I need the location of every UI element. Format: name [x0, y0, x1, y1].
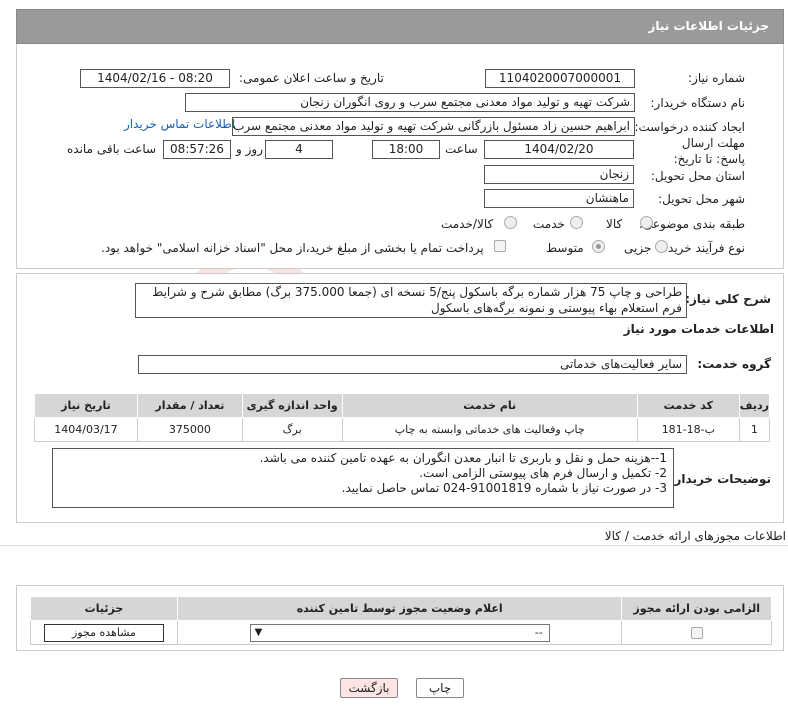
- col-unit: واحد اندازه گیری: [241, 393, 343, 418]
- cell-name: چاپ وفعالیت های خدماتی وابسته به چاپ: [341, 417, 638, 442]
- deadline-time-field[interactable]: 18:00: [372, 140, 440, 159]
- col-permit-required: الزامی بودن ارائه مجوز: [621, 596, 772, 621]
- radio-minor-label: جزیی: [624, 241, 652, 255]
- services-section-title: اطلاعات خدمات مورد نیاز: [623, 322, 774, 336]
- need-number-field[interactable]: 1104020007000001: [485, 69, 635, 88]
- days-field[interactable]: 4: [265, 140, 333, 159]
- deadline-label: مهلت ارسال پاسخ: تا تاریخ:: [673, 136, 745, 166]
- back-button[interactable]: بازگشت: [340, 678, 398, 698]
- radio-service-label: خدمت: [533, 217, 565, 231]
- deadline-date-field[interactable]: 1404/02/20: [484, 140, 634, 159]
- radio-goods-label: کالا: [606, 217, 623, 231]
- buyer-notes-label: توضیحات خریدار:: [669, 472, 771, 486]
- page-header: جزئیات اطلاعات نیاز: [16, 9, 784, 44]
- province-label: استان محل تحویل:: [650, 169, 745, 183]
- radio-goods-service[interactable]: [504, 216, 517, 229]
- city-label: شهر محل تحویل:: [658, 192, 745, 206]
- buyer-field[interactable]: شرکت تهیه و تولید مواد معدنی مجتمع سرب و…: [185, 93, 635, 112]
- cell-date: 1404/03/17: [34, 417, 138, 442]
- permits-section-title: اطلاعات مجوزهای ارائه خدمت / کالا: [604, 529, 786, 543]
- service-group-label: گروه خدمت:: [697, 357, 771, 371]
- col-qty: تعداد / مقدار: [136, 393, 243, 418]
- need-number-label: شماره نیاز:: [688, 71, 745, 85]
- radio-medium-label: متوسط: [546, 241, 584, 255]
- buyer-label: نام دستگاه خریدار:: [650, 96, 746, 110]
- payment-note: پرداخت تمام یا بخشی از مبلغ خرید،از محل …: [101, 241, 484, 255]
- chevron-down-icon: ▼: [254, 626, 263, 638]
- col-permit-status: اعلام وضعیت مجوز توسط تامین کننده: [176, 596, 623, 621]
- note-line-1: 1--هزینه حمل و نقل و باربری تا انبار معد…: [259, 451, 667, 465]
- radio-goods-service-label: کالا/خدمت: [441, 217, 494, 231]
- description-text[interactable]: طراحی و چاپ 75 هزار شماره برگه باسکول پن…: [135, 283, 687, 318]
- province-field[interactable]: زنجان: [484, 165, 634, 184]
- table-row: 1 ب-18-181 چاپ وفعالیت های خدماتی وابسته…: [34, 417, 771, 442]
- cell-unit: برگ: [241, 417, 343, 442]
- col-name: نام خدمت: [341, 393, 638, 418]
- cell-qty: 375000: [136, 417, 243, 442]
- col-permit-details: جزئیات: [30, 596, 178, 621]
- divider: [0, 545, 788, 546]
- cell-code: ب-18-181: [636, 417, 740, 442]
- creator-label: ایجاد کننده درخواست:: [634, 120, 745, 134]
- buyer-notes-field[interactable]: 1--هزینه حمل و نقل و باربری تا انبار معد…: [52, 448, 674, 508]
- permit-required-checkbox[interactable]: [690, 627, 703, 639]
- buyer-contact-link[interactable]: اطلاعات تماس خریدار: [124, 117, 235, 131]
- permits-table: الزامی بودن ارائه مجوز اعلام وضعیت مجوز …: [30, 596, 772, 645]
- creator-field[interactable]: ابراهیم حسین زاد مسئول بازرگانی شرکت تهی…: [232, 117, 635, 136]
- note-line-2: 2- تکمیل و ارسال فرم های پیوستی الزامی ا…: [419, 466, 667, 480]
- view-permit-button[interactable]: مشاهده مجوز: [43, 623, 164, 642]
- radio-goods[interactable]: [640, 216, 653, 229]
- category-label: طبقه بندی موضوعی:: [638, 217, 745, 231]
- services-table: ردیف کد خدمت نام خدمت واحد اندازه گیری ت…: [34, 393, 771, 442]
- description-label: شرح کلی نیاز:: [685, 292, 771, 306]
- city-field[interactable]: ماهنشان: [484, 189, 634, 208]
- radio-service[interactable]: [570, 216, 583, 229]
- radio-medium[interactable]: [592, 240, 605, 253]
- col-row: ردیف: [738, 393, 771, 418]
- service-group-field[interactable]: سایر فعالیت‌های خدماتی: [138, 355, 687, 374]
- col-date: تاریخ نیاز: [34, 393, 138, 418]
- announce-field[interactable]: 1404/02/16 - 08:20: [80, 69, 230, 88]
- announce-label: تاریخ و ساعت اعلان عمومی:: [239, 71, 384, 85]
- remaining-field[interactable]: 08:57:26: [163, 140, 231, 159]
- cell-row: 1: [738, 417, 771, 442]
- col-code: کد خدمت: [636, 393, 740, 418]
- print-button[interactable]: چاپ: [416, 678, 464, 698]
- process-label: نوع فرآیند خرید :: [660, 241, 745, 255]
- page-title: جزئیات اطلاعات نیاز: [648, 19, 769, 33]
- radio-minor[interactable]: [655, 240, 668, 253]
- days-label: روز و: [236, 142, 263, 156]
- permit-status-value: --: [534, 625, 543, 639]
- treasury-checkbox[interactable]: [494, 240, 506, 252]
- permit-status-select[interactable]: -- ▼: [249, 623, 550, 642]
- note-line-3: 3- در صورت نیاز با شماره 91001819-024 تم…: [341, 481, 667, 495]
- remaining-label: ساعت باقی مانده: [67, 142, 157, 156]
- time-label: ساعت: [445, 142, 478, 156]
- table-row: -- ▼ مشاهده مجوز: [30, 620, 772, 645]
